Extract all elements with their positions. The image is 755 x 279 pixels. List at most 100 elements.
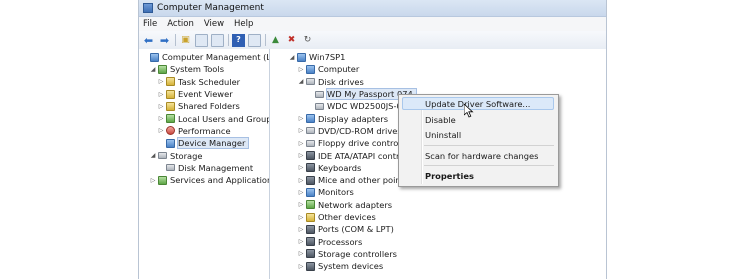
shared-folder-icon	[166, 101, 175, 111]
back-arrow-icon[interactable]: ⬅	[142, 34, 155, 47]
update-driver-icon[interactable]: ▲	[269, 34, 282, 47]
context-menu: Update Driver Software... Disable Uninst…	[398, 94, 559, 187]
toolbar: ⬅ ➡ ▣ ? ▲ ✖ ↻	[139, 31, 606, 50]
tree-item[interactable]: ▷ Shared Folders	[139, 100, 269, 112]
expand-arrow-icon[interactable]: ▷	[149, 177, 157, 184]
toolbar-separator	[265, 34, 266, 46]
collapse-arrow-icon[interactable]: ◢	[149, 152, 157, 159]
console-tree-pane[interactable]: Computer Management (Local◢System Tools▷…	[139, 49, 270, 279]
collapse-arrow-icon[interactable]: ◢	[297, 78, 305, 85]
tree-item[interactable]: ◢ System Tools	[139, 63, 269, 75]
tree-item-label: Computer	[318, 64, 360, 75]
expand-arrow-icon[interactable]: ▷	[157, 91, 165, 98]
menu-item-update-driver[interactable]: Update Driver Software...	[425, 99, 530, 109]
tree-item[interactable]: ◢ Win7SP1	[270, 51, 606, 63]
console-view-icon[interactable]	[211, 33, 224, 47]
menu-action[interactable]: Action	[167, 19, 194, 29]
tree-item-label: Storage controllers	[318, 248, 398, 259]
tree-item[interactable]: ▷ Computer	[270, 63, 606, 75]
expand-arrow-icon[interactable]: ▷	[157, 115, 165, 122]
tree-item[interactable]: Disk Management	[139, 162, 269, 174]
expand-arrow-icon[interactable]: ▷	[297, 214, 305, 221]
disk-drive-icon	[315, 90, 324, 98]
expand-arrow-icon[interactable]: ▷	[297, 189, 305, 196]
tree-item[interactable]: ▷ Local Users and Groups	[139, 112, 269, 124]
tree-item-label: Disk drives	[318, 76, 364, 87]
services-icon	[158, 175, 167, 185]
tree-item[interactable]: ◢ Disk drives	[270, 76, 606, 88]
expand-arrow-icon[interactable]: ▷	[297, 201, 305, 208]
computer-management-icon	[150, 52, 159, 62]
tree-item-label: Monitors	[318, 187, 354, 198]
expand-arrow-icon[interactable]: ▷	[297, 250, 305, 257]
system-devices-icon	[306, 261, 315, 271]
expand-arrow-icon[interactable]: ▷	[297, 263, 305, 270]
tree-item[interactable]: ▷ Other devices	[270, 211, 606, 223]
expand-arrow-icon[interactable]: ▷	[157, 103, 165, 110]
tree-item-label: Display adapters	[318, 113, 389, 124]
tree-item-label: System devices	[318, 261, 384, 272]
tree-item-label: Keyboards	[318, 162, 362, 173]
scan-hardware-icon[interactable]: ↻	[301, 34, 314, 47]
window-title: Computer Management	[157, 3, 264, 13]
tree-item[interactable]: ▷ Network adapters	[270, 199, 606, 211]
tree-item[interactable]: ▷ Task Scheduler	[139, 76, 269, 88]
forward-arrow-icon[interactable]: ➡	[158, 34, 171, 47]
tree-item[interactable]: ▷ Performance	[139, 125, 269, 137]
tree-item[interactable]: ▷ Storage controllers	[270, 248, 606, 260]
tree-item[interactable]: ▷ System devices	[270, 260, 606, 272]
tree-item[interactable]: ▷ Ports (COM & LPT)	[270, 223, 606, 235]
expand-arrow-icon[interactable]: ▷	[297, 115, 305, 122]
expand-arrow-icon[interactable]: ▷	[297, 140, 305, 147]
tree-item[interactable]: ▷ Processors	[270, 235, 606, 247]
help-icon[interactable]: ?	[232, 33, 245, 47]
menu-item-properties[interactable]: Properties	[425, 171, 474, 181]
menu-view[interactable]: View	[204, 19, 224, 29]
clock-icon	[166, 77, 175, 87]
menu-file[interactable]: File	[143, 19, 157, 29]
collapse-arrow-icon[interactable]: ◢	[288, 54, 296, 61]
tools-icon	[158, 64, 167, 74]
tree-item[interactable]: ◢ Storage	[139, 149, 269, 161]
menu-item-uninstall[interactable]: Uninstall	[425, 130, 461, 140]
tree-item[interactable]: ▷ Event Viewer	[139, 88, 269, 100]
tree-item-label: Win7SP1	[309, 52, 346, 63]
mouse-cursor-icon	[464, 104, 474, 118]
tree-item[interactable]: Computer Management (Local	[139, 51, 269, 63]
menu-item-disable[interactable]: Disable	[425, 115, 456, 125]
storage-controller-icon	[306, 249, 315, 259]
tree-item[interactable]: ▷ Monitors	[270, 186, 606, 198]
tree-item-label: Event Viewer	[178, 89, 233, 100]
expand-arrow-icon[interactable]: ▷	[297, 238, 305, 245]
menu-separator	[424, 145, 554, 146]
expand-arrow-icon[interactable]: ▷	[157, 78, 165, 85]
expand-arrow-icon[interactable]: ▷	[297, 127, 305, 134]
menu-item-scan-hardware[interactable]: Scan for hardware changes	[425, 151, 538, 161]
up-folder-icon[interactable]: ▣	[179, 34, 192, 47]
properties-view-icon[interactable]	[248, 33, 261, 47]
tree-item-label: Ports (COM & LPT)	[318, 224, 394, 235]
collapse-arrow-icon[interactable]: ◢	[149, 66, 157, 73]
expand-arrow-icon[interactable]: ▷	[297, 66, 305, 73]
expand-arrow-icon[interactable]: ▷	[297, 164, 305, 171]
tree-item[interactable]: Device Manager	[139, 137, 269, 150]
menu-bar: File Action View Help	[139, 17, 606, 31]
tree-item[interactable]: ▷ Services and Applications	[139, 174, 269, 186]
toolbar-separator	[175, 34, 176, 46]
menu-help[interactable]: Help	[234, 19, 253, 29]
tree-item-label: Shared Folders	[178, 101, 240, 112]
expand-arrow-icon[interactable]: ▷	[157, 127, 165, 134]
show-hide-tree-icon[interactable]	[195, 33, 208, 47]
expand-arrow-icon[interactable]: ▷	[297, 177, 305, 184]
title-bar: Computer Management	[139, 0, 606, 17]
floppy-controller-icon	[306, 139, 315, 147]
expand-arrow-icon[interactable]: ▷	[297, 226, 305, 233]
device-manager-icon	[166, 138, 175, 148]
uninstall-device-icon[interactable]: ✖	[285, 34, 298, 47]
tree-item-label: Storage	[170, 150, 203, 161]
computer-management-app-icon	[143, 3, 153, 13]
disk-icon	[166, 164, 175, 172]
tree-item-label: Performance	[178, 125, 231, 136]
expand-arrow-icon[interactable]: ▷	[297, 152, 305, 159]
tree-item-label: Other devices	[318, 212, 376, 222]
